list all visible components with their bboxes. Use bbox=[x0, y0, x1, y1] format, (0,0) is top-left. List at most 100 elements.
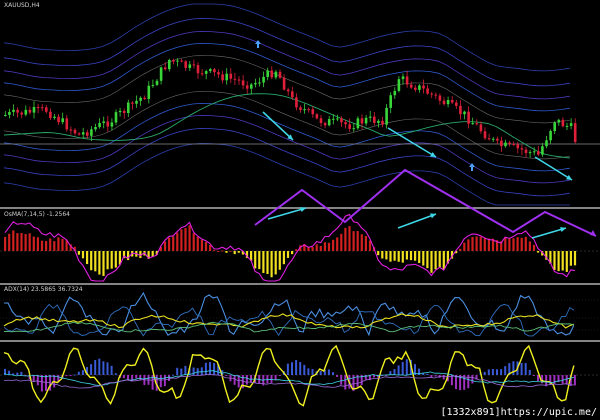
price-candle bbox=[397, 79, 401, 91]
oscillator-histogram-bar bbox=[139, 375, 142, 380]
price-candle bbox=[81, 132, 85, 135]
envelope-band-line bbox=[3, 91, 570, 160]
osma-histogram-bar bbox=[110, 251, 113, 269]
price-candle bbox=[537, 151, 540, 155]
oscillator-histogram-bar bbox=[401, 361, 404, 375]
osma-histogram-bar bbox=[282, 251, 285, 265]
oscillator-histogram-bar bbox=[151, 375, 154, 390]
trading-chart-canvas[interactable] bbox=[0, 0, 600, 420]
price-candle bbox=[184, 61, 187, 68]
osma-histogram-bar bbox=[475, 236, 478, 251]
price-candle bbox=[77, 133, 81, 135]
price-candle bbox=[209, 69, 212, 72]
osma-histogram-bar bbox=[356, 231, 359, 251]
price-candle bbox=[180, 60, 183, 62]
osma-histogram-bar bbox=[36, 237, 39, 251]
osma-histogram-bar bbox=[106, 251, 109, 270]
osma-histogram-bar bbox=[172, 236, 175, 251]
price-candle bbox=[229, 73, 233, 79]
oscillator-histogram-bar bbox=[434, 375, 437, 377]
oscillator-histogram-bar bbox=[537, 375, 539, 381]
osma-histogram-bar bbox=[258, 251, 261, 270]
price-candle bbox=[16, 109, 19, 113]
cyan-arrow-icon bbox=[262, 111, 294, 141]
osma-histogram-bar bbox=[352, 231, 355, 251]
price-candle bbox=[278, 71, 282, 78]
price-candle bbox=[151, 84, 155, 86]
osma-histogram-bar bbox=[405, 251, 408, 260]
price-candle bbox=[188, 64, 192, 68]
price-candle bbox=[442, 100, 446, 105]
price-candle bbox=[127, 102, 130, 113]
price-candle bbox=[196, 65, 200, 74]
price-candle bbox=[373, 116, 376, 123]
osma-histogram-bar bbox=[184, 228, 187, 251]
osma-panel[interactable] bbox=[0, 213, 600, 282]
osma-histogram-bar bbox=[389, 251, 392, 262]
cyan-arrow-icon bbox=[387, 127, 437, 158]
price-candle bbox=[282, 77, 286, 90]
price-candle bbox=[12, 109, 15, 112]
price-candle bbox=[409, 84, 413, 88]
price-candle bbox=[110, 122, 114, 127]
oscillator-histogram-bar bbox=[204, 362, 207, 375]
oscillator-histogram-bar bbox=[110, 365, 113, 375]
oscillator-histogram-bar bbox=[426, 373, 429, 375]
envelope-band-line bbox=[3, 30, 570, 100]
oscillator-histogram-bar bbox=[496, 369, 498, 375]
price-candle bbox=[258, 82, 261, 84]
oscillator-histogram-bar bbox=[159, 375, 162, 388]
osma-histogram-bar bbox=[348, 226, 351, 251]
price-candle bbox=[463, 111, 466, 115]
price-candle bbox=[102, 121, 105, 123]
osma-histogram-bar bbox=[278, 251, 281, 270]
osma-histogram-bar bbox=[422, 251, 425, 266]
price-candle bbox=[532, 151, 536, 153]
osma-histogram-bar bbox=[520, 237, 523, 251]
osma-histogram-bar bbox=[209, 245, 212, 251]
price-panel[interactable] bbox=[0, 3, 600, 206]
price-candle bbox=[147, 85, 151, 99]
oscillator-histogram-bar bbox=[327, 369, 330, 375]
price-candle bbox=[163, 67, 167, 70]
osma-histogram-bar bbox=[20, 233, 23, 251]
oscillator-main-line bbox=[3, 344, 575, 407]
osma-histogram-bar bbox=[467, 239, 470, 251]
osma-histogram-bar bbox=[225, 251, 228, 253]
oscillator-histogram-bar bbox=[213, 363, 216, 375]
oscillator-histogram-bar bbox=[491, 369, 494, 375]
price-candle bbox=[549, 131, 552, 141]
price-candle bbox=[414, 87, 417, 90]
price-candle bbox=[155, 80, 159, 85]
osma-histogram-bar bbox=[81, 251, 85, 259]
osma-histogram-bar bbox=[168, 237, 171, 251]
oscillator-histogram-bar bbox=[504, 366, 507, 375]
price-candle bbox=[401, 76, 405, 80]
oscillator-panel[interactable] bbox=[0, 344, 600, 407]
price-candle bbox=[221, 74, 224, 81]
osma-histogram-bar bbox=[98, 251, 101, 275]
oscillator-histogram-bar bbox=[266, 375, 269, 384]
price-candle bbox=[344, 122, 347, 125]
price-candle bbox=[94, 127, 97, 130]
osma-histogram-bar bbox=[200, 239, 203, 251]
osma-histogram-bar bbox=[270, 251, 273, 278]
price-candle bbox=[356, 118, 360, 129]
oscillator-histogram-bar bbox=[209, 362, 211, 375]
price-candle bbox=[327, 119, 331, 126]
osma-histogram-bar bbox=[553, 251, 556, 270]
osma-histogram-bar bbox=[344, 227, 347, 251]
oscillator-histogram-bar bbox=[303, 364, 306, 375]
osma-histogram-bar bbox=[24, 234, 27, 251]
adx-panel[interactable] bbox=[0, 291, 600, 337]
oscillator-histogram-bar bbox=[520, 362, 523, 375]
oscillator-histogram-bar bbox=[245, 375, 248, 385]
oscillator-histogram-bar bbox=[336, 375, 339, 377]
oscillator-histogram-bar bbox=[573, 375, 576, 386]
oscillator-histogram-bar bbox=[233, 375, 236, 385]
osma-histogram-bar bbox=[192, 233, 195, 251]
oscillator-histogram-bar bbox=[471, 375, 474, 384]
price-candle bbox=[520, 148, 524, 150]
price-candle bbox=[557, 119, 561, 123]
oscillator-histogram-bar bbox=[405, 359, 408, 375]
